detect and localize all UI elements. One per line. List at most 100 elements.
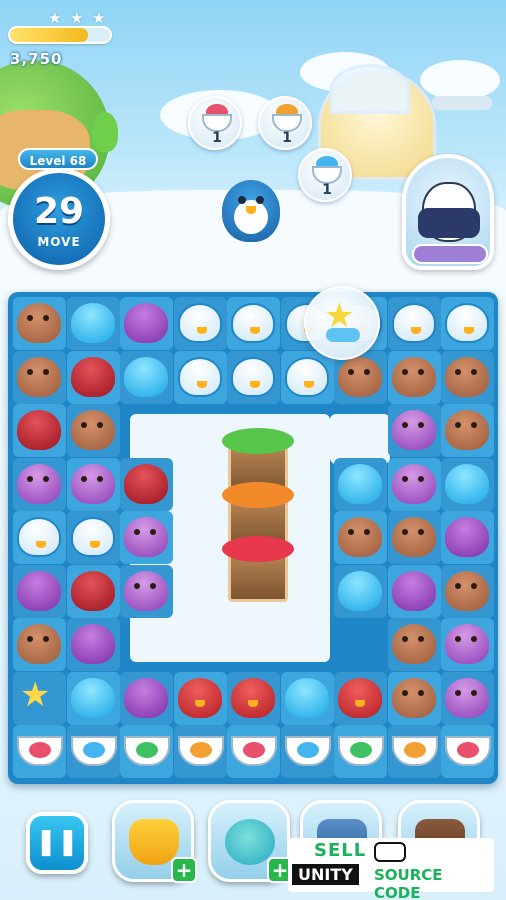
capsule-base [412, 244, 488, 264]
rpeng-piece[interactable] [231, 677, 275, 718]
cloud [420, 60, 500, 100]
piece-eye [401, 475, 408, 482]
piece-beak [36, 541, 46, 548]
bubble-star-powerup[interactable]: ★ [304, 286, 380, 360]
walrus-piece[interactable] [17, 624, 61, 664]
goal-count: 1 [322, 182, 332, 198]
board-grid[interactable]: ★ [12, 296, 494, 780]
piece-eye [401, 422, 408, 428]
goal-blue-cup: 1 [298, 148, 352, 202]
blue-piece[interactable] [284, 677, 329, 718]
piece-eye [80, 422, 87, 428]
rpeng-piece[interactable] [177, 677, 222, 718]
piece-eye [43, 315, 49, 321]
pwalrus-piece[interactable] [391, 463, 436, 504]
fruit-cup-piece[interactable] [70, 736, 117, 766]
purple-piece[interactable] [124, 677, 168, 718]
pblue-piece[interactable] [177, 303, 222, 343]
walrus-piece[interactable] [338, 356, 382, 397]
add-booster-button[interactable]: + [171, 857, 197, 883]
piece-eye [96, 422, 103, 428]
pwalrus-piece[interactable] [124, 517, 168, 557]
fruit-cup-piece[interactable] [284, 736, 331, 766]
piece-eye [401, 368, 408, 375]
piece-eye [150, 529, 156, 535]
walrus-piece[interactable] [391, 624, 436, 664]
pblue-piece[interactable] [445, 303, 489, 343]
pwalrus-piece[interactable] [17, 463, 61, 504]
goal-red-cup: 1 [188, 96, 242, 150]
pwalrus-piece[interactable] [445, 677, 489, 718]
fruit-icon [82, 742, 105, 758]
red-piece[interactable] [70, 356, 115, 397]
fruit-cup-piece[interactable] [177, 736, 224, 766]
pwalrus-piece[interactable] [70, 463, 115, 504]
purple-piece[interactable] [124, 303, 168, 343]
pblue-piece[interactable] [17, 517, 61, 557]
piece-eye [455, 422, 461, 428]
walrus-piece[interactable] [70, 410, 115, 450]
piece-eye [364, 368, 370, 375]
snorkel-booster[interactable]: + [112, 800, 197, 883]
red-piece[interactable] [17, 410, 61, 450]
pblue-piece[interactable] [391, 303, 436, 343]
blue-piece[interactable] [338, 463, 382, 504]
pwalrus-piece[interactable] [445, 624, 489, 664]
goal-orange-cup: 1 [258, 96, 312, 150]
piece-beak [196, 327, 207, 334]
pause-button[interactable]: ❚❚ [26, 812, 88, 874]
game-board[interactable]: ★ ★ [8, 286, 498, 784]
progress-star-icon: ★ [48, 9, 62, 27]
purple-piece[interactable] [70, 624, 115, 664]
rpeng-piece[interactable] [338, 677, 382, 718]
walrus-piece[interactable] [391, 517, 436, 557]
pblue-piece[interactable] [231, 356, 275, 397]
walrus-piece[interactable] [17, 356, 61, 397]
walrus-piece[interactable] [391, 356, 436, 397]
pblue-piece[interactable] [231, 303, 275, 343]
purple-piece[interactable] [17, 570, 61, 611]
walrus-piece[interactable] [445, 570, 489, 611]
walrus-piece[interactable] [17, 303, 61, 343]
fruit-icon [136, 742, 158, 758]
pblue-piece[interactable] [70, 517, 115, 557]
piece-eye [471, 582, 477, 589]
blue-piece[interactable] [70, 677, 115, 718]
watermark-source-code: SOURCE CODE [374, 866, 443, 900]
fruit-icon [296, 742, 319, 758]
pblue-piece[interactable] [284, 356, 329, 397]
fruit-icon [189, 742, 212, 758]
blue-piece[interactable] [338, 570, 382, 611]
blue-piece[interactable] [70, 303, 115, 343]
walrus-piece[interactable] [338, 517, 382, 557]
pwalrus-piece[interactable] [391, 410, 436, 450]
piece-eye [417, 689, 424, 696]
red-piece[interactable] [124, 463, 168, 504]
pwalrus-piece[interactable] [124, 570, 168, 611]
blue-piece[interactable] [445, 463, 489, 504]
blue-piece[interactable] [124, 356, 168, 397]
watermark-line1: SELL [314, 840, 367, 861]
walrus-piece[interactable] [445, 356, 489, 397]
piece-eye [471, 422, 477, 428]
pufferfish-booster[interactable]: + [208, 800, 293, 883]
progress-star-icon: ★ [70, 9, 84, 27]
rainbow-star-piece[interactable]: ★ [20, 677, 50, 713]
score-progress-bar [8, 26, 112, 44]
piece-eye [455, 582, 461, 589]
purple-piece[interactable] [445, 517, 489, 557]
purple-piece[interactable] [391, 570, 436, 611]
penguin-beak [246, 206, 256, 214]
piece-eye [417, 422, 424, 428]
piece-eye [401, 529, 408, 535]
penguin-eye [238, 196, 246, 204]
bear-coat [418, 208, 480, 238]
piece-eye [348, 368, 354, 375]
piece-eye [348, 529, 354, 535]
walrus-piece[interactable] [445, 410, 489, 450]
red-piece[interactable] [70, 570, 115, 611]
fruit-cup-piece[interactable] [391, 736, 438, 766]
walrus-piece[interactable] [391, 677, 436, 718]
piece-eye [134, 582, 140, 589]
pblue-piece[interactable] [177, 356, 222, 397]
